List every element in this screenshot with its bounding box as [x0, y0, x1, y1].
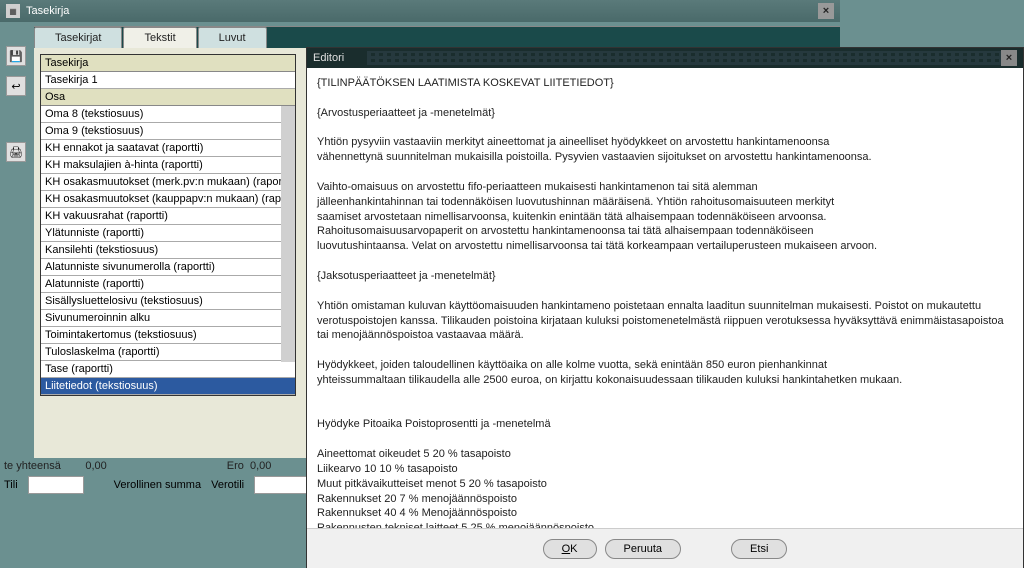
list-item[interactable]: Kansilehti (tekstiosuus) [41, 242, 295, 259]
tab-tasekirjat[interactable]: Tasekirjat [34, 27, 122, 48]
list-item[interactable]: Oma 9 (tekstiosuus) [41, 123, 295, 140]
list-item[interactable]: Toimintakertomus (tekstiosuus) [41, 327, 295, 344]
list-item[interactable]: Alatunniste sivunumerolla (raportti) [41, 259, 295, 276]
verotili-label: Verotili [211, 479, 244, 491]
editor-title-text: Editori [313, 52, 344, 64]
find-button[interactable]: Etsi [731, 539, 787, 559]
value-ero: 0,00 [250, 460, 271, 472]
list-item[interactable]: KH ennakot ja saatavat (raportti) [41, 140, 295, 157]
editor-close-icon[interactable]: × [1001, 50, 1017, 66]
list-item[interactable]: Ylätunniste (raportti) [41, 225, 295, 242]
tab-luvut[interactable]: Luvut [198, 27, 267, 48]
app-icon: ▦ [6, 4, 20, 18]
tili-label: Tili [4, 479, 18, 491]
save-icon[interactable]: 💾 [6, 46, 26, 66]
label-ero: Ero [227, 460, 244, 472]
editor-buttons: OK Peruuta Etsi [307, 528, 1023, 568]
editor-window: Editori × {TILINPÄÄTÖKSEN LAATIMISTA KOS… [306, 47, 1024, 568]
list-item[interactable]: Tase (raportti) [41, 361, 295, 378]
label-yhteensa: te yhteensä [4, 460, 61, 472]
tab-tekstit[interactable]: Tekstit [123, 27, 196, 48]
list-item[interactable]: KH vakuusrahat (raportti) [41, 208, 295, 225]
list-item[interactable]: Sivunumeroinnin alku [41, 310, 295, 327]
tree-header-tasekirja: Tasekirja [41, 55, 295, 72]
list-item-selected[interactable]: Liitetiedot (tekstiosuus) [41, 378, 295, 395]
window-title: Tasekirja [26, 5, 69, 17]
editor-titlebar: Editori × [307, 48, 1023, 68]
ok-button[interactable]: OK [543, 539, 597, 559]
verollinen-label: Verollinen summa [114, 479, 201, 491]
print-icon[interactable]: 🖨 [6, 142, 26, 162]
scrollbar[interactable] [281, 106, 295, 362]
back-icon[interactable]: ↩ [6, 76, 26, 96]
list-item[interactable]: Oma 8 (tekstiosuus) [41, 106, 295, 123]
titlebar-texture [367, 51, 1003, 65]
list-item[interactable]: Alatunniste (raportti) [41, 276, 295, 293]
tabs-strip: Tasekirjat Tekstit Luvut [0, 22, 840, 48]
titlebar: ▦ Tasekirja × [0, 0, 840, 22]
tree-items: Oma 8 (tekstiosuus) Oma 9 (tekstiosuus) … [41, 106, 295, 395]
list-item[interactable]: KH maksulajien à-hinta (raportti) [41, 157, 295, 174]
tree-box: Tasekirja Tasekirja 1 Osa Oma 8 (tekstio… [40, 54, 296, 396]
close-icon[interactable]: × [818, 3, 834, 19]
list-item[interactable]: Tuloslaskelma (raportti) [41, 344, 295, 361]
side-toolbar: 💾 ↩ 🖨 [6, 46, 30, 162]
list-item[interactable]: KH osakasmuutokset (merk.pv:n mukaan) (r… [41, 174, 295, 191]
tree-header-osa: Osa [41, 89, 295, 106]
cancel-button[interactable]: Peruuta [605, 539, 682, 559]
verotili-input[interactable] [254, 476, 310, 494]
list-item[interactable]: KH osakasmuutokset (kauppapv:n mukaan) (… [41, 191, 295, 208]
value-yhteensa: 0,00 [85, 460, 106, 472]
tili-input[interactable] [28, 476, 84, 494]
editor-body[interactable]: {TILINPÄÄTÖKSEN LAATIMISTA KOSKEVAT LIIT… [307, 68, 1023, 528]
list-item[interactable]: Sisällysluettelosivu (tekstiosuus) [41, 293, 295, 310]
tree-row-tasekirja1[interactable]: Tasekirja 1 [41, 72, 295, 89]
